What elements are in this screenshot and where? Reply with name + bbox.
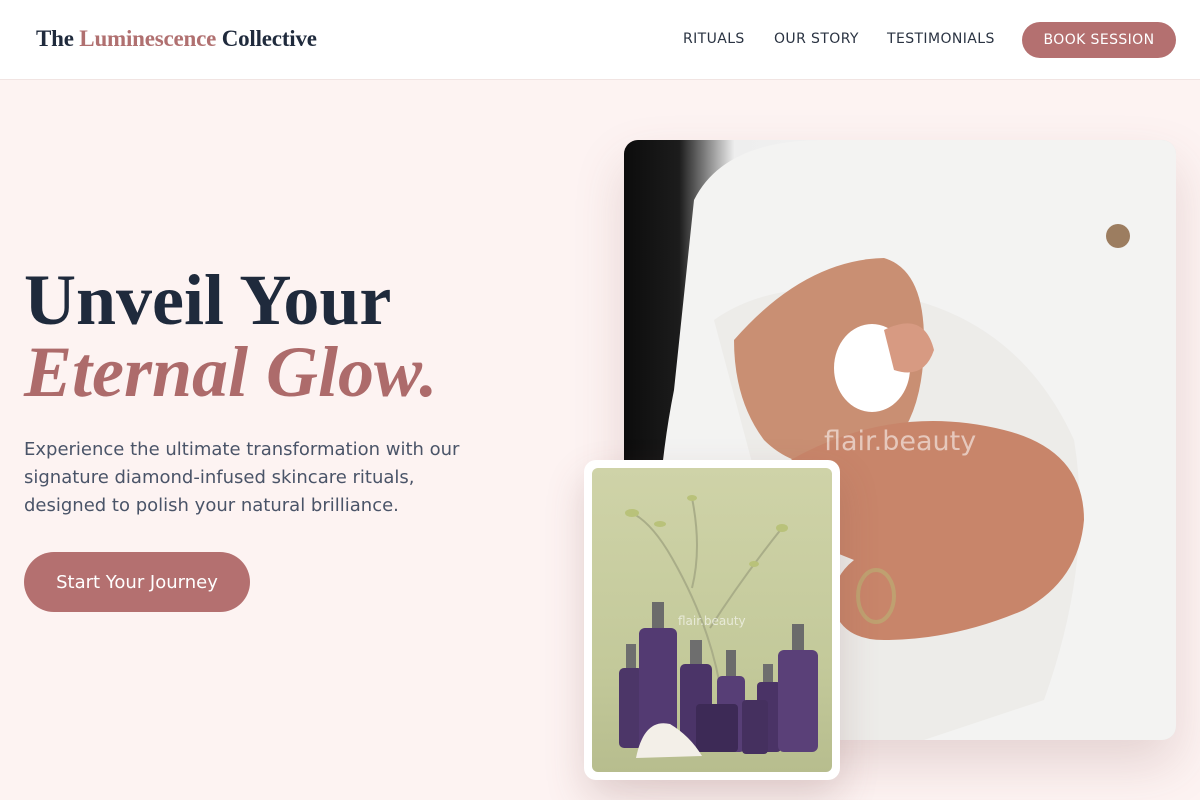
hero-title-line2: Eternal Glow. [24, 332, 438, 412]
start-journey-button[interactable]: Start Your Journey [24, 552, 250, 612]
small-image-watermark: flair.beauty [678, 614, 746, 628]
book-session-button[interactable]: BOOK SESSION [1022, 22, 1176, 58]
hero-description: Experience the ultimate transformation w… [24, 439, 460, 516]
hero-title-line1: Unveil Your [24, 260, 392, 340]
brand-name-accent: Luminescence [79, 26, 217, 51]
shirt-button-shape [1106, 224, 1130, 248]
main-image-watermark: flair.beauty [824, 426, 977, 457]
top-navbar: The Luminescence Collective RITUALS OUR … [0, 0, 1200, 80]
hero-title: Unveil Your Eternal Glow. [24, 264, 437, 408]
nav-link-our-story[interactable]: OUR STORY [774, 31, 859, 47]
nav-link-testimonials[interactable]: TESTIMONIALS [887, 31, 995, 47]
nav-link-rituals[interactable]: RITUALS [683, 31, 745, 47]
brand-name-part1: The [36, 26, 80, 51]
plant-leaves [625, 495, 788, 567]
product-bottles-image: flair.beauty [592, 468, 832, 772]
product-image-card: flair.beauty [584, 460, 840, 780]
brand-logo[interactable]: The Luminescence Collective [36, 26, 317, 52]
brand-name-part2: Collective [216, 26, 317, 51]
